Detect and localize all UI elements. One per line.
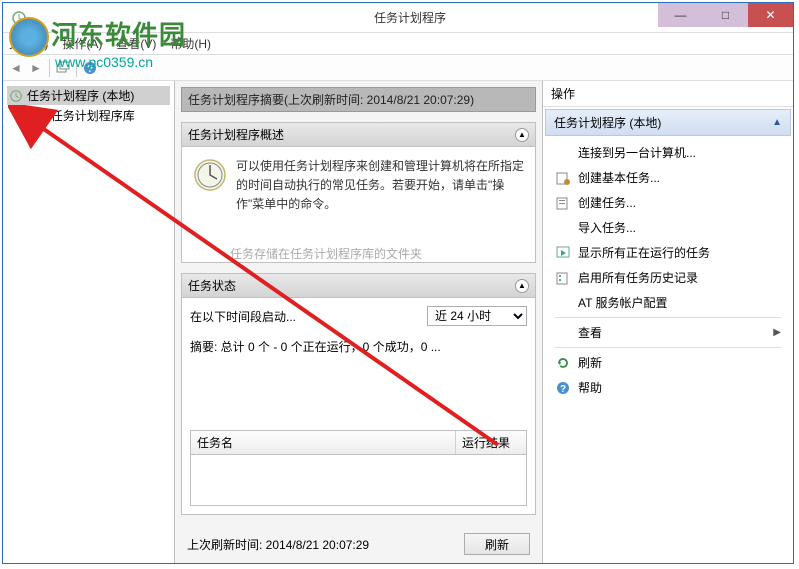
menu-file[interactable]: 文件(F) <box>9 35 48 52</box>
svg-text:?: ? <box>87 64 93 75</box>
action-label: 创建基本任务... <box>578 169 660 186</box>
collapse-icon[interactable]: ▲ <box>515 128 529 142</box>
help-icon: ? <box>555 380 571 396</box>
status-period-label: 在以下时间段启动... <box>190 308 296 325</box>
action-import[interactable]: 导入任务... <box>549 215 787 240</box>
actions-pane-title: 操作 <box>543 81 793 107</box>
clock-large-icon <box>192 157 228 193</box>
overview-text: 可以使用任务计划程序来创建和管理计算机将在所指定的时间自动执行的常见任务。若要开… <box>236 157 525 231</box>
menu-action[interactable]: 操作(A) <box>62 35 102 52</box>
window-controls: — □ ✕ <box>658 3 793 27</box>
toolbar-separator <box>76 59 77 77</box>
blank-icon <box>555 145 571 161</box>
tree-pane: 任务计划程序 (本地) ▷ 任务计划程序库 <box>3 81 175 563</box>
col-run-result[interactable]: 运行结果 <box>456 431 526 454</box>
status-summary-text: 摘要: 总计 0 个 - 0 个正在运行，0 个成功，0 ... <box>190 338 527 355</box>
separator <box>555 347 781 348</box>
last-refresh-label: 上次刷新时间: 2014/8/21 20:07:29 <box>187 536 369 553</box>
center-pane: 任务计划程序摘要(上次刷新时间: 2014/8/21 20:07:29) 任务计… <box>175 81 543 563</box>
table-body <box>191 455 526 505</box>
action-label: 刷新 <box>578 354 602 371</box>
task-icon <box>555 195 571 211</box>
action-help[interactable]: ? 帮助 <box>549 375 787 400</box>
submenu-arrow-icon: ▶ <box>773 327 781 338</box>
overview-truncated-text: 任务存储在任务计划程序库的文件夹 <box>182 245 535 262</box>
menu-help[interactable]: 帮助(H) <box>170 35 211 52</box>
status-table: 任务名 运行结果 <box>190 430 527 506</box>
menubar: 文件(F) 操作(A) 查看(V) 帮助(H) <box>3 33 793 55</box>
action-view[interactable]: 查看 ▶ <box>549 320 787 345</box>
close-button[interactable]: ✕ <box>748 3 793 27</box>
svg-text:?: ? <box>560 384 566 395</box>
overview-section: 任务计划程序概述 ▲ 可以使用任务计划程序来创建和管理计算机将在所指定的时间自动… <box>181 122 536 263</box>
collapse-icon[interactable]: ▲ <box>515 279 529 293</box>
actions-context-label: 任务计划程序 (本地) <box>554 114 661 131</box>
folder-icon <box>33 109 47 123</box>
maximize-button[interactable]: □ <box>703 3 748 27</box>
refresh-button[interactable]: 刷新 <box>464 533 530 555</box>
collapse-icon[interactable]: ▲ <box>772 117 782 128</box>
actions-context-header[interactable]: 任务计划程序 (本地) ▲ <box>545 109 791 136</box>
col-task-name[interactable]: 任务名 <box>191 431 456 454</box>
action-at-config[interactable]: AT 服务帐户配置 <box>549 290 787 315</box>
menu-view[interactable]: 查看(V) <box>116 35 156 52</box>
blank-icon <box>555 220 571 236</box>
expand-icon[interactable]: ▷ <box>21 110 29 121</box>
refresh-row: 上次刷新时间: 2014/8/21 20:07:29 刷新 <box>181 525 536 557</box>
action-create-basic[interactable]: 创建基本任务... <box>549 165 787 190</box>
action-label: 查看 <box>578 324 602 341</box>
tree-root-node[interactable]: 任务计划程序 (本地) <box>7 86 170 105</box>
overview-section-header[interactable]: 任务计划程序概述 ▲ <box>182 123 535 147</box>
titlebar: 任务计划程序 — □ ✕ <box>3 3 793 33</box>
content-area: 任务计划程序 (本地) ▷ 任务计划程序库 任务计划程序摘要(上次刷新时间: 2… <box>3 81 793 563</box>
level-up-button[interactable] <box>54 59 72 77</box>
status-section-header[interactable]: 任务状态 ▲ <box>182 274 535 298</box>
tree-child-label: 任务计划程序库 <box>51 107 135 124</box>
action-label: AT 服务帐户配置 <box>578 294 668 311</box>
status-filter-row: 在以下时间段启动... 近 24 小时 <box>190 306 527 326</box>
action-label: 连接到另一台计算机... <box>578 144 696 161</box>
summary-header: 任务计划程序摘要(上次刷新时间: 2014/8/21 20:07:29) <box>181 87 536 112</box>
separator <box>555 317 781 318</box>
action-label: 导入任务... <box>578 219 636 236</box>
action-connect[interactable]: 连接到另一台计算机... <box>549 140 787 165</box>
toolbar-separator <box>49 59 50 77</box>
action-label: 创建任务... <box>578 194 636 211</box>
action-refresh[interactable]: 刷新 <box>549 350 787 375</box>
actions-pane: 操作 任务计划程序 (本地) ▲ 连接到另一台计算机... 创建基本任务... … <box>543 81 793 563</box>
tree-root-label: 任务计划程序 (本地) <box>27 87 134 104</box>
back-button[interactable]: ◄ <box>7 59 25 77</box>
status-body: 在以下时间段启动... 近 24 小时 摘要: 总计 0 个 - 0 个正在运行… <box>182 298 535 514</box>
tree-child-node[interactable]: ▷ 任务计划程序库 <box>19 106 170 125</box>
toolbar: ◄ ► ? <box>3 55 793 81</box>
task-basic-icon <box>555 170 571 186</box>
action-label: 启用所有任务历史记录 <box>578 269 698 286</box>
main-window: 任务计划程序 — □ ✕ 文件(F) 操作(A) 查看(V) 帮助(H) ◄ ►… <box>2 2 794 564</box>
help-button[interactable]: ? <box>81 59 99 77</box>
status-section: 任务状态 ▲ 在以下时间段启动... 近 24 小时 摘要: 总计 0 个 - … <box>181 273 536 515</box>
app-icon <box>11 10 27 26</box>
action-label: 帮助 <box>578 379 602 396</box>
running-icon <box>555 245 571 261</box>
action-list: 连接到另一台计算机... 创建基本任务... 创建任务... 导入任务... 显… <box>543 138 793 402</box>
status-header-label: 任务状态 <box>188 277 236 294</box>
action-show-running[interactable]: 显示所有正在运行的任务 <box>549 240 787 265</box>
blank-icon <box>555 325 571 341</box>
forward-button[interactable]: ► <box>27 59 45 77</box>
period-select[interactable]: 近 24 小时 <box>427 306 527 326</box>
history-icon <box>555 270 571 286</box>
action-label: 显示所有正在运行的任务 <box>578 244 710 261</box>
clock-icon <box>9 89 23 103</box>
blank-icon <box>555 295 571 311</box>
refresh-icon <box>555 355 571 371</box>
overview-header-label: 任务计划程序概述 <box>188 126 284 143</box>
action-create-task[interactable]: 创建任务... <box>549 190 787 215</box>
action-enable-history[interactable]: 启用所有任务历史记录 <box>549 265 787 290</box>
overview-body: 可以使用任务计划程序来创建和管理计算机将在所指定的时间自动执行的常见任务。若要开… <box>182 147 535 241</box>
minimize-button[interactable]: — <box>658 3 703 27</box>
table-header: 任务名 运行结果 <box>191 431 526 455</box>
